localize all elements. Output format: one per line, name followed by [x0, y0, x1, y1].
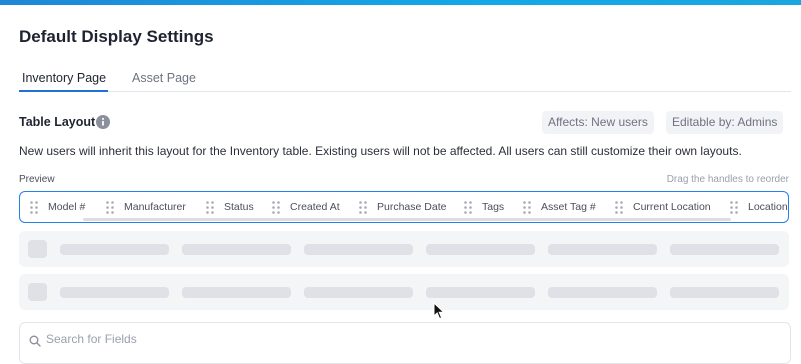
drag-handle-icon[interactable] — [464, 200, 472, 214]
skeleton-cell — [182, 244, 291, 255]
tab-asset-page[interactable]: Asset Page — [132, 71, 196, 85]
drag-hint: Drag the handles to reorder — [666, 174, 789, 185]
drag-handle-icon[interactable] — [523, 200, 531, 214]
skeleton-cell — [60, 244, 169, 255]
column-label: Purchase Date — [377, 201, 447, 213]
skeleton-cell — [304, 287, 413, 298]
horizontal-scrollbar[interactable] — [83, 218, 731, 221]
tab-inventory-page[interactable]: Inventory Page — [22, 71, 106, 85]
search-fields-input[interactable] — [46, 332, 346, 346]
drag-handle-icon[interactable] — [272, 200, 280, 214]
column-label: Status — [224, 201, 254, 213]
layout-description: New users will inherit this layout for t… — [19, 144, 742, 158]
skeleton-cell — [182, 287, 291, 298]
skeleton-cell — [60, 287, 169, 298]
active-tab-indicator — [19, 90, 108, 92]
column-label: Model # — [48, 201, 86, 213]
column-label: Manufacturer — [124, 201, 186, 213]
field-search-box[interactable] — [19, 322, 791, 364]
drag-handle-icon[interactable] — [106, 200, 114, 214]
drag-handle-icon[interactable] — [206, 200, 214, 214]
column-label: Tags — [482, 201, 505, 213]
preview-label: Preview — [19, 174, 55, 185]
section-title-table-layout: Table Layout — [19, 115, 96, 129]
drag-handle-icon[interactable] — [30, 200, 38, 214]
drag-handle-icon[interactable] — [359, 200, 367, 214]
column-label: Current Location — [633, 201, 711, 213]
skeleton-row — [19, 274, 789, 310]
column-header-location[interactable]: Location — [730, 192, 788, 222]
column-label: Created At — [290, 201, 340, 213]
top-accent-bar — [0, 0, 801, 5]
column-label: Asset Tag # — [541, 201, 596, 213]
affects-badge: Affects: New users — [542, 111, 654, 134]
column-label: Location — [748, 201, 788, 213]
skeleton-cell — [548, 287, 657, 298]
skeleton-cell — [670, 244, 779, 255]
column-header-model[interactable]: Model # — [30, 192, 85, 222]
skeleton-checkbox — [28, 240, 47, 258]
search-icon — [29, 335, 41, 347]
skeleton-cell — [426, 287, 535, 298]
skeleton-cell — [670, 287, 779, 298]
tab-bar: Inventory Page Asset Page — [19, 66, 791, 92]
column-order-preview: Model # Manufacturer Status Created At P… — [19, 191, 789, 223]
skeleton-row — [19, 231, 789, 267]
drag-handle-icon[interactable] — [730, 200, 738, 214]
page-title: Default Display Settings — [19, 27, 214, 46]
skeleton-cell — [304, 244, 413, 255]
drag-handle-icon[interactable] — [615, 200, 623, 214]
skeleton-cell — [548, 244, 657, 255]
info-icon[interactable] — [96, 115, 110, 129]
editable-by-badge: Editable by: Admins — [666, 111, 784, 134]
skeleton-cell — [426, 244, 535, 255]
skeleton-checkbox — [28, 283, 47, 301]
